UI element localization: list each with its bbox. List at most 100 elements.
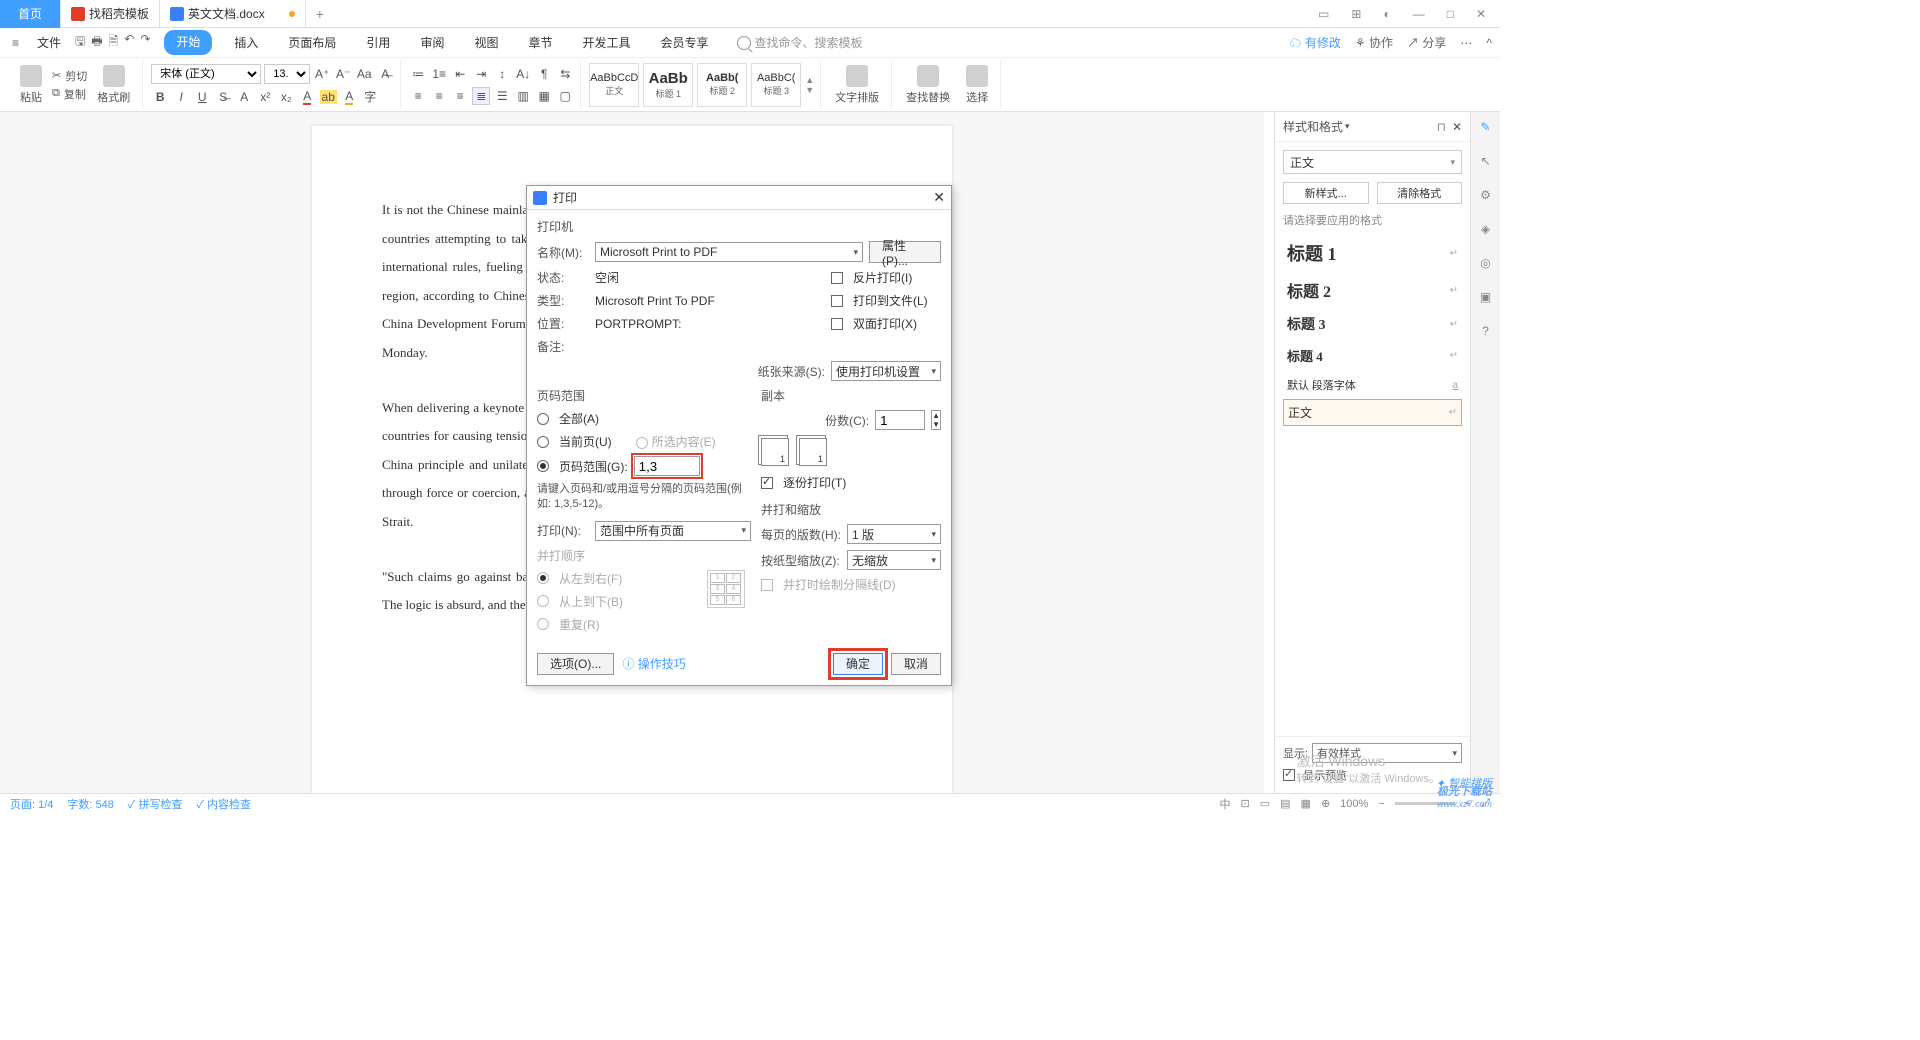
select-button[interactable]: 选择	[960, 63, 994, 107]
align-right-button[interactable]: ≡	[451, 87, 469, 105]
indent-button[interactable]: ⇥	[472, 65, 490, 83]
view-menu-icon[interactable]: ⊡	[1241, 797, 1250, 810]
word-count[interactable]: 字数: 548	[67, 796, 113, 812]
current-style-select[interactable]: 正文▾	[1283, 150, 1462, 174]
clear-format-icon[interactable]: A̶	[376, 65, 394, 83]
outdent-button[interactable]: ⇤	[451, 65, 469, 83]
strip-library-icon[interactable]: ▣	[1477, 288, 1495, 306]
strip-location-icon[interactable]: ◎	[1477, 254, 1495, 272]
shading2-button[interactable]: ▦	[535, 87, 553, 105]
strip-styles-icon[interactable]: ✎	[1477, 118, 1495, 136]
format-brush-button[interactable]: 格式刷	[91, 63, 136, 107]
copy-button[interactable]: ⧉ 复制	[52, 86, 87, 102]
copies-spin-up[interactable]: ▲	[932, 411, 940, 420]
pages-per-select[interactable]: 1 版▾	[847, 524, 941, 544]
fullscreen-icon[interactable]: ⤢	[1481, 797, 1490, 810]
distribute-button[interactable]: ☰	[493, 87, 511, 105]
zoom-slider[interactable]	[1395, 802, 1455, 805]
superscript-button[interactable]: x²	[256, 88, 274, 106]
font-color-button[interactable]: A	[298, 88, 316, 106]
columns-button[interactable]: ▥	[514, 87, 532, 105]
subscript-button[interactable]: x₂	[277, 88, 295, 106]
ribbon-tab-insert[interactable]: 插入	[226, 30, 266, 55]
italic-button[interactable]: I	[172, 88, 190, 106]
align-center-button[interactable]: ≡	[430, 87, 448, 105]
bold-button[interactable]: B	[151, 88, 169, 106]
cut-button[interactable]: ✂ 剪切	[52, 68, 87, 84]
numbering-button[interactable]: 1≡	[430, 65, 448, 83]
style-default-font[interactable]: 默认 段落字体a	[1283, 371, 1462, 399]
cancel-button[interactable]: 取消	[891, 653, 941, 675]
print-to-file-check[interactable]	[831, 295, 843, 307]
printer-name-select[interactable]: Microsoft Print to PDF▾	[595, 242, 863, 262]
zoom-in-button[interactable]: +	[1465, 798, 1471, 810]
options-button[interactable]: 选项(O)...	[537, 653, 614, 675]
paper-source-select[interactable]: 使用打印机设置▾	[831, 361, 941, 381]
style-h2[interactable]: AaBb(标题 2	[697, 63, 747, 107]
save-icon[interactable]: 🖫	[75, 32, 85, 53]
print-what-select[interactable]: 范围中所有页面▾	[595, 521, 751, 541]
style-h1[interactable]: AaBb标题 1	[643, 63, 693, 107]
zoom-value[interactable]: 100%	[1340, 798, 1368, 810]
show-preview-check[interactable]	[1283, 769, 1295, 781]
copies-spin-down[interactable]: ▼	[932, 420, 940, 429]
clear-format-button[interactable]: 清除格式	[1377, 182, 1463, 204]
menu-toggle-icon[interactable]: ≡	[8, 34, 23, 52]
ribbon-tab-view[interactable]: 视图	[466, 30, 506, 55]
view-page-icon[interactable]: ▭	[1260, 797, 1270, 810]
print-icon[interactable]: 🖶	[91, 32, 102, 53]
change-case-icon[interactable]: Aa	[355, 65, 373, 83]
range-all-radio[interactable]	[537, 413, 549, 425]
file-menu[interactable]: 文件	[31, 32, 67, 53]
show-filter-select[interactable]: 有效样式▾	[1312, 743, 1462, 763]
ribbon-tab-references[interactable]: 引用	[358, 30, 398, 55]
content-check-button[interactable]: ✓ 内容检查	[196, 796, 251, 812]
tab-templates[interactable]: 找稻壳模板	[61, 0, 160, 28]
maximize-button[interactable]: □	[1441, 3, 1460, 25]
align-justify-button[interactable]: ≣	[472, 87, 490, 105]
undo-icon[interactable]: ↶	[124, 32, 134, 53]
increase-font-icon[interactable]: A⁺	[313, 65, 331, 83]
zoom-reset-icon[interactable]: ⊕	[1321, 797, 1330, 810]
marks-button[interactable]: ¶	[535, 65, 553, 83]
minimize-button[interactable]: —	[1407, 3, 1431, 25]
zoom-out-button[interactable]: −	[1378, 798, 1384, 810]
style-scroll-down[interactable]: ▼	[805, 85, 814, 95]
style-heading-3[interactable]: 标题 3↵	[1283, 308, 1462, 340]
layout-toggle-icon[interactable]: ▭	[1312, 3, 1335, 25]
strip-help-icon[interactable]: ?	[1477, 322, 1495, 340]
borders-button[interactable]: ▢	[556, 87, 574, 105]
emphasis-button[interactable]: A	[235, 88, 253, 106]
share-button[interactable]: ↗ 分享	[1407, 34, 1446, 51]
duplex-check[interactable]	[831, 318, 843, 330]
collate-check[interactable]	[761, 477, 773, 489]
ok-button[interactable]: 确定	[833, 653, 883, 675]
close-button[interactable]: ✕	[1470, 3, 1492, 25]
highlight-button[interactable]: ab	[319, 88, 337, 106]
dialog-close-button[interactable]: ✕	[933, 189, 945, 206]
shading-button[interactable]: A	[340, 88, 358, 106]
strike-button[interactable]: S̶	[214, 88, 232, 106]
strip-nav-icon[interactable]: ◈	[1477, 220, 1495, 238]
taskpane-close-icon[interactable]: ✕	[1452, 120, 1462, 134]
ribbon-tab-layout[interactable]: 页面布局	[280, 30, 344, 55]
bullets-button[interactable]: ≔	[409, 65, 427, 83]
scale-select[interactable]: 无缩放▾	[847, 550, 941, 570]
style-scroll-up[interactable]: ▲	[805, 75, 814, 85]
grid-icon[interactable]: ⊞	[1345, 3, 1367, 25]
tab-document[interactable]: 英文文档.docx	[160, 0, 306, 28]
command-search[interactable]: 查找命令、搜索模板	[737, 34, 863, 51]
style-h3[interactable]: AaBbC(标题 3	[751, 63, 801, 107]
style-heading-1[interactable]: 标题 1↵	[1283, 234, 1462, 272]
tips-link[interactable]: 操作技巧	[638, 657, 686, 671]
tab-home[interactable]: 首页	[0, 0, 61, 28]
align-left-button[interactable]: ≡	[409, 87, 427, 105]
preview-icon[interactable]: 🗎	[109, 32, 119, 53]
page-range-input[interactable]	[634, 456, 700, 476]
ribbon-tab-review[interactable]: 审阅	[412, 30, 452, 55]
view-outline-icon[interactable]: ▤	[1280, 797, 1290, 810]
reverse-print-check[interactable]	[831, 272, 843, 284]
strip-settings-icon[interactable]: ⚙	[1477, 186, 1495, 204]
range-pages-radio[interactable]	[537, 460, 549, 472]
spellcheck-button[interactable]: ✓ 拼写检查	[128, 796, 183, 812]
